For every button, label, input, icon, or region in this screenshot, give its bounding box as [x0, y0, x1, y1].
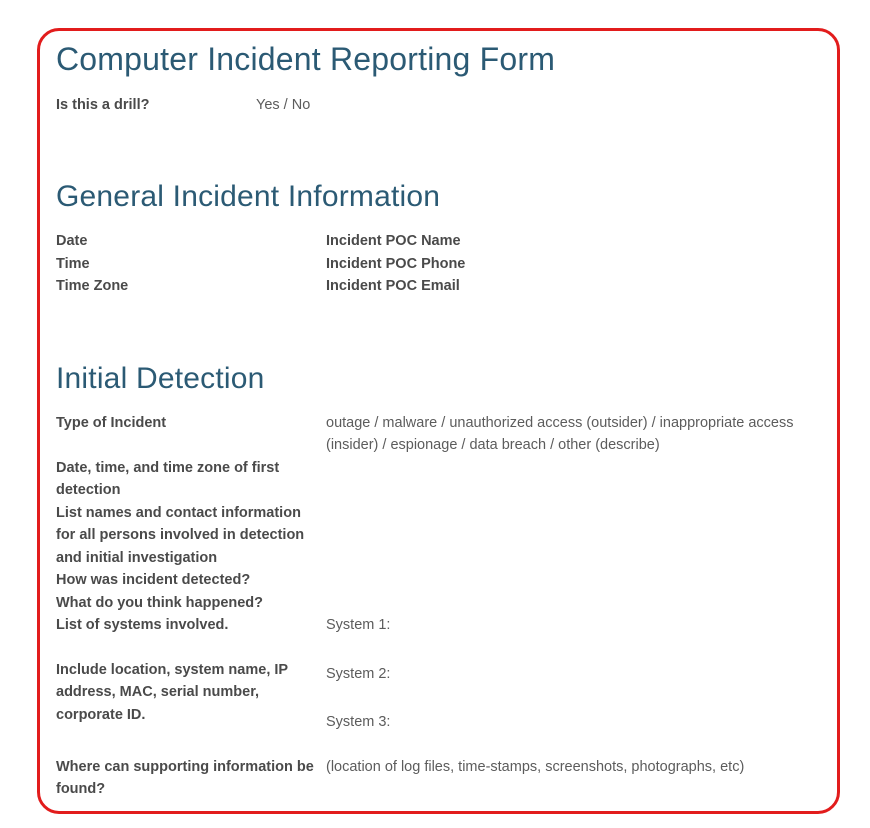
systems-value-col: System 1: System 2: System 3: [326, 614, 821, 733]
drill-value: Yes / No [256, 94, 310, 116]
field-time: Time [56, 253, 326, 275]
general-row-2: Time Incident POC Phone [56, 253, 821, 275]
system-2-value: System 2: [326, 663, 821, 685]
contacts-label: List names and contact information for a… [56, 502, 326, 569]
general-row-1: Date Incident POC Name [56, 230, 821, 252]
systems-row: List of systems involved. Include locati… [56, 614, 821, 733]
form-frame: Computer Incident Reporting Form Is this… [37, 28, 840, 814]
supporting-value: (location of log files, time-stamps, scr… [326, 756, 821, 778]
system-1-value: System 1: [326, 614, 821, 636]
contacts-row: List names and contact information for a… [56, 502, 821, 569]
form-title: Computer Incident Reporting Form [56, 41, 821, 78]
type-of-incident-row: Type of Incident outage / malware / unau… [56, 412, 821, 457]
type-of-incident-value: outage / malware / unauthorized access (… [326, 412, 821, 457]
systems-label-col: List of systems involved. Include locati… [56, 614, 326, 726]
supporting-label: Where can supporting information be foun… [56, 756, 326, 801]
drill-row: Is this a drill? Yes / No [56, 94, 821, 116]
general-heading: General Incident Information [56, 180, 821, 214]
field-timezone: Time Zone [56, 275, 326, 297]
field-date: Date [56, 230, 326, 252]
field-poc-name: Incident POC Name [326, 230, 461, 252]
field-poc-phone: Incident POC Phone [326, 253, 465, 275]
detection-heading: Initial Detection [56, 362, 821, 396]
system-3-value: System 3: [326, 711, 821, 733]
systems-label-1: List of systems involved. [56, 614, 316, 636]
what-happened-row: What do you think happened? [56, 592, 821, 614]
drill-label: Is this a drill? [56, 94, 256, 116]
first-detection-row: Date, time, and time zone of first detec… [56, 457, 821, 502]
what-happened-label: What do you think happened? [56, 592, 326, 614]
systems-label-2: Include location, system name, IP addres… [56, 659, 316, 726]
first-detection-label: Date, time, and time zone of first detec… [56, 457, 326, 502]
field-poc-email: Incident POC Email [326, 275, 460, 297]
general-row-3: Time Zone Incident POC Email [56, 275, 821, 297]
type-of-incident-label: Type of Incident [56, 412, 326, 434]
supporting-row: Where can supporting information be foun… [56, 756, 821, 801]
how-detected-row: How was incident detected? [56, 569, 821, 591]
how-detected-label: How was incident detected? [56, 569, 326, 591]
